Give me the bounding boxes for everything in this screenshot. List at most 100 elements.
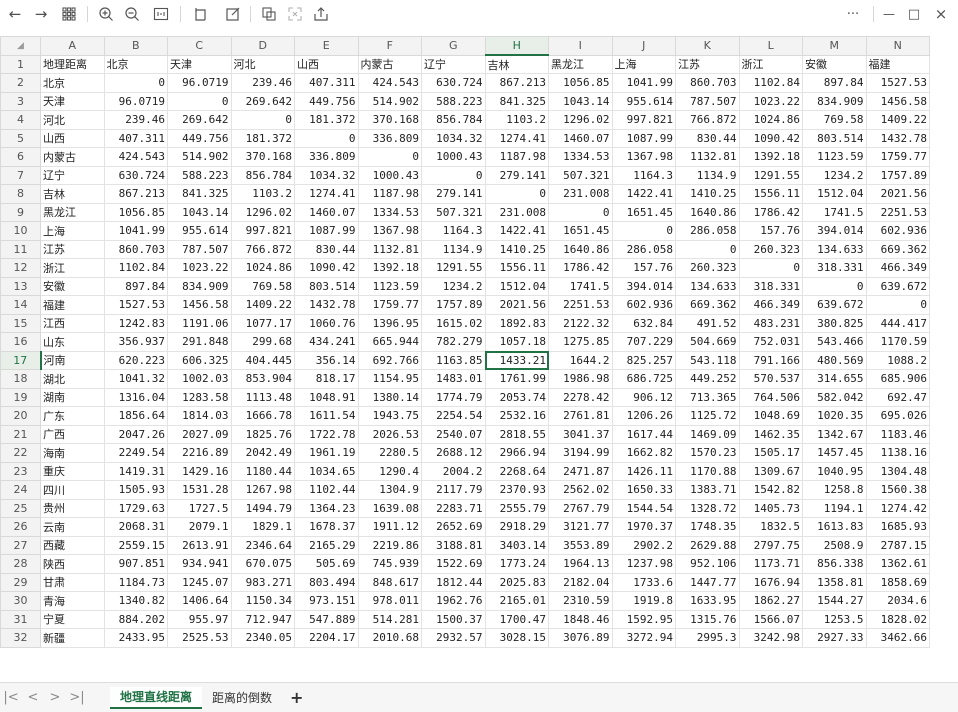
cell-e24[interactable]: 1102.44 <box>294 480 359 500</box>
cell-d22[interactable]: 2042.49 <box>230 443 295 463</box>
cell-g1[interactable]: 辽宁 <box>421 54 486 74</box>
cell-i25[interactable]: 2767.79 <box>548 498 613 518</box>
row-header[interactable]: 32 <box>0 628 41 648</box>
cell-d27[interactable]: 2346.64 <box>230 535 295 555</box>
cell-k17[interactable]: 543.118 <box>675 350 740 370</box>
cell-k15[interactable]: 491.52 <box>675 313 740 333</box>
cell-n22[interactable]: 1138.16 <box>865 443 930 463</box>
cell-f9[interactable]: 1334.53 <box>357 202 422 222</box>
cell-c8[interactable]: 841.325 <box>167 184 232 204</box>
cell-d28[interactable]: 670.075 <box>230 554 295 574</box>
cell-c31[interactable]: 955.97 <box>167 609 232 629</box>
column-header-a[interactable]: A <box>40 36 105 56</box>
cell-l14[interactable]: 466.349 <box>738 295 803 315</box>
cell-h16[interactable]: 1057.18 <box>484 332 549 352</box>
cell-j1[interactable]: 上海 <box>611 54 676 74</box>
cell-a15[interactable]: 江西 <box>40 313 105 333</box>
cell-h19[interactable]: 2053.74 <box>484 387 549 407</box>
forward-arrow-icon[interactable]: → <box>30 3 52 25</box>
cell-e25[interactable]: 1364.23 <box>294 498 359 518</box>
cell-d2[interactable]: 239.46 <box>230 73 295 93</box>
row-header[interactable]: 30 <box>0 591 41 611</box>
cell-f28[interactable]: 745.939 <box>357 554 422 574</box>
cell-n25[interactable]: 1274.42 <box>865 498 930 518</box>
column-header-n[interactable]: N <box>865 36 930 56</box>
row-header[interactable]: 21 <box>0 424 41 444</box>
row-header[interactable]: 4 <box>0 110 41 130</box>
row-header[interactable]: 17 <box>0 350 42 370</box>
cell-m29[interactable]: 1358.81 <box>802 572 867 592</box>
cell-b1[interactable]: 北京 <box>103 54 168 74</box>
cell-l23[interactable]: 1309.67 <box>738 461 803 481</box>
cell-h25[interactable]: 2555.79 <box>484 498 549 518</box>
cell-d10[interactable]: 997.821 <box>230 221 295 241</box>
cell-l13[interactable]: 318.331 <box>738 276 803 296</box>
cell-m5[interactable]: 803.514 <box>802 128 867 148</box>
cell-l25[interactable]: 1405.73 <box>738 498 803 518</box>
cell-j29[interactable]: 1733.6 <box>611 572 676 592</box>
cell-i12[interactable]: 1786.42 <box>548 258 613 278</box>
column-header-l[interactable]: L <box>738 36 803 56</box>
cell-g8[interactable]: 279.141 <box>421 184 486 204</box>
cell-m10[interactable]: 394.014 <box>802 221 867 241</box>
cell-b26[interactable]: 2068.31 <box>103 517 168 537</box>
cell-g18[interactable]: 1483.01 <box>421 369 486 389</box>
cell-c19[interactable]: 1283.58 <box>167 387 232 407</box>
cell-l21[interactable]: 1462.35 <box>738 424 803 444</box>
cell-a13[interactable]: 安徽 <box>40 276 105 296</box>
cell-i19[interactable]: 2278.42 <box>548 387 613 407</box>
back-arrow-icon[interactable]: ← <box>4 3 26 25</box>
cell-a18[interactable]: 湖北 <box>40 369 105 389</box>
cell-e1[interactable]: 山西 <box>294 54 359 74</box>
row-header[interactable]: 6 <box>0 147 41 167</box>
cell-a2[interactable]: 北京 <box>40 73 105 93</box>
cell-m28[interactable]: 856.338 <box>802 554 867 574</box>
cell-j22[interactable]: 1662.82 <box>611 443 676 463</box>
cell-j4[interactable]: 997.821 <box>611 110 676 130</box>
cell-i15[interactable]: 2122.32 <box>548 313 613 333</box>
cell-n28[interactable]: 1362.61 <box>865 554 930 574</box>
cell-i17[interactable]: 1644.2 <box>548 350 613 370</box>
cell-k19[interactable]: 713.365 <box>675 387 740 407</box>
cell-k21[interactable]: 1469.09 <box>675 424 740 444</box>
next-sheet-button[interactable]: > <box>44 690 66 705</box>
cell-b27[interactable]: 2559.15 <box>103 535 168 555</box>
cell-b5[interactable]: 407.311 <box>103 128 168 148</box>
cell-k6[interactable]: 1132.81 <box>675 147 740 167</box>
cell-h24[interactable]: 2370.93 <box>484 480 549 500</box>
cell-f5[interactable]: 336.809 <box>357 128 422 148</box>
cell-c4[interactable]: 269.642 <box>167 110 232 130</box>
cell-h9[interactable]: 231.008 <box>484 202 549 222</box>
cell-i24[interactable]: 2562.02 <box>548 480 613 500</box>
cell-h1[interactable]: 吉林 <box>484 54 549 74</box>
cell-m12[interactable]: 318.331 <box>802 258 867 278</box>
cell-l32[interactable]: 3242.98 <box>738 628 803 648</box>
cell-b24[interactable]: 1505.93 <box>103 480 168 500</box>
cell-g19[interactable]: 1774.79 <box>421 387 486 407</box>
cell-m20[interactable]: 1020.35 <box>802 406 867 426</box>
cell-h12[interactable]: 1556.11 <box>484 258 549 278</box>
cell-n6[interactable]: 1759.77 <box>865 147 930 167</box>
cell-b8[interactable]: 867.213 <box>103 184 168 204</box>
cell-a23[interactable]: 重庆 <box>40 461 105 481</box>
cell-i2[interactable]: 1056.85 <box>548 73 613 93</box>
cell-e20[interactable]: 1611.54 <box>294 406 359 426</box>
column-header-h[interactable]: H <box>484 36 549 56</box>
apps-grid-icon[interactable] <box>58 3 80 25</box>
cell-n30[interactable]: 2034.6 <box>865 591 930 611</box>
cell-e27[interactable]: 2165.29 <box>294 535 359 555</box>
row-header[interactable]: 11 <box>0 239 41 259</box>
cell-i7[interactable]: 507.321 <box>548 165 613 185</box>
cell-l2[interactable]: 1102.84 <box>738 73 803 93</box>
cell-g16[interactable]: 782.279 <box>421 332 486 352</box>
fit-page-icon[interactable] <box>150 3 172 25</box>
cell-n15[interactable]: 444.417 <box>865 313 930 333</box>
cell-m13[interactable]: 0 <box>802 276 867 296</box>
row-header[interactable]: 5 <box>0 128 41 148</box>
cell-e3[interactable]: 449.756 <box>294 91 359 111</box>
cell-d17[interactable]: 404.445 <box>230 350 295 370</box>
cell-i31[interactable]: 1848.46 <box>548 609 613 629</box>
cell-c25[interactable]: 1727.5 <box>167 498 232 518</box>
cell-c24[interactable]: 1531.28 <box>167 480 232 500</box>
cell-c5[interactable]: 449.756 <box>167 128 232 148</box>
